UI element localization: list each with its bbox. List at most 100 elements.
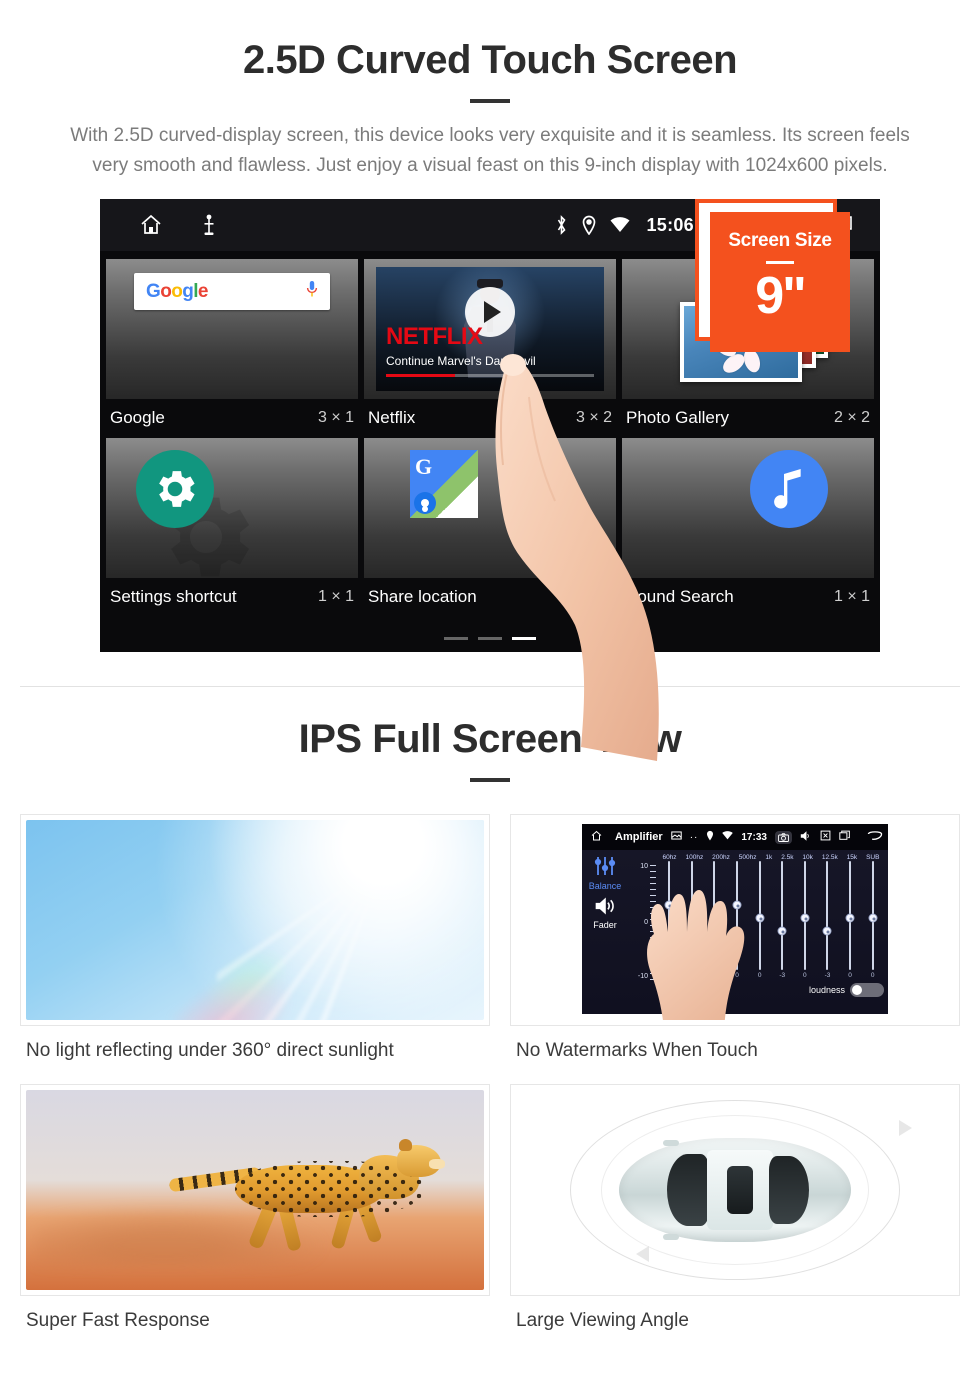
widget-settings-shortcut[interactable]: Settings shortcut 1 × 1: [106, 438, 358, 617]
google-g-letter: G: [415, 454, 433, 479]
band-label: 200hz: [712, 854, 730, 861]
car-scene: [516, 1090, 954, 1290]
netflix-subtitle: Continue Marvel's Daredevil: [386, 354, 536, 368]
feature-card-viewing-angle: Large Viewing Angle: [510, 1084, 960, 1354]
google-logo: Google: [146, 280, 208, 302]
widget-settings-preview[interactable]: [106, 438, 358, 578]
bluetooth-icon[interactable]: [555, 215, 568, 235]
widget-settings-label: Settings shortcut 1 × 1: [106, 578, 358, 617]
location-icon[interactable]: [582, 215, 596, 235]
widget-google-preview[interactable]: Google: [106, 259, 358, 399]
page-dot[interactable]: [478, 637, 502, 640]
location-icon[interactable]: [706, 830, 714, 844]
running-cheetah-image: [26, 1090, 484, 1290]
widget-share-location-label: Share location 1 × 1: [364, 578, 616, 617]
widget-netflix[interactable]: NETFLIX Continue Marvel's Daredevil Netf…: [364, 259, 616, 438]
gallery-icon[interactable]: [670, 831, 682, 843]
screen-size-badge: Screen Size 9": [710, 212, 850, 352]
fader-speaker-icon[interactable]: [582, 897, 628, 920]
usb-icon[interactable]: [202, 214, 216, 236]
cheetah-figure: [168, 1137, 447, 1262]
band-label: 2.5k: [781, 854, 794, 861]
page-dot-active[interactable]: [512, 637, 536, 640]
cheetah-muzzle: [429, 1159, 446, 1169]
recents-icon[interactable]: [839, 830, 851, 844]
widget-sound-search-label: Sound Search 1 × 1: [622, 578, 874, 617]
person-marker-icon: [414, 492, 436, 514]
badge-value: 9": [755, 267, 807, 325]
widget-share-location[interactable]: G Share location 1 × 1: [364, 438, 616, 617]
volume-icon[interactable]: [800, 830, 812, 844]
page-dot[interactable]: [444, 637, 468, 640]
band-label: 10k: [802, 854, 813, 861]
settings-gear-icon[interactable]: [136, 450, 214, 528]
eq-value: 0: [848, 972, 852, 979]
balance-label[interactable]: Balance: [582, 881, 628, 891]
eq-value: 0: [803, 972, 807, 979]
eq-slider[interactable]: 0: [839, 861, 862, 979]
widget-google[interactable]: Google Google 3 × 1: [106, 259, 358, 438]
widget-share-location-preview[interactable]: G: [364, 438, 616, 578]
hand-over-equalizer: [647, 890, 745, 1020]
microphone-icon[interactable]: [306, 280, 318, 303]
sunny-sky-image: [26, 820, 484, 1020]
widget-sound-search[interactable]: Sound Search 1 × 1: [622, 438, 874, 617]
home-icon[interactable]: [138, 213, 164, 237]
eq-slider[interactable]: -3: [816, 861, 839, 979]
car-media-box: [510, 1084, 960, 1296]
widget-name: Netflix: [368, 408, 416, 427]
rear-window: [769, 1156, 809, 1224]
wifi-icon[interactable]: [722, 831, 734, 843]
loudness-toggle[interactable]: [850, 983, 884, 997]
netflix-brand: NETFLIX: [386, 323, 483, 350]
band-label: 100hz: [685, 854, 704, 861]
curved-touch-screen-section: 2.5D Curved Touch Screen With 2.5D curve…: [0, 0, 980, 761]
section-description: With 2.5D curved-display screen, this de…: [70, 125, 910, 176]
side-mirror: [663, 1140, 679, 1146]
sunroof: [727, 1166, 753, 1214]
ips-full-screen-view-section: IPS Full Screen View No light reflecting…: [0, 687, 980, 1354]
widget-size: 1 × 1: [317, 588, 354, 605]
amplifier-media-box: Amplifier ·· 17:33 Balance Fader 60hz 10…: [510, 814, 960, 1026]
eq-slider[interactable]: 0: [861, 861, 884, 979]
band-label: 1k: [765, 854, 773, 861]
home-icon[interactable]: [590, 830, 603, 845]
cheetah-ear: [399, 1139, 413, 1151]
loudness-label: loudness: [808, 985, 845, 995]
car-top-view: [619, 1138, 851, 1242]
close-box-icon[interactable]: [820, 830, 831, 844]
band-label: 500hz: [738, 854, 757, 861]
widget-name: Sound Search: [626, 587, 734, 606]
widget-size: 1 × 1: [575, 588, 612, 605]
balance-sliders-icon[interactable]: [582, 856, 628, 881]
eq-slider[interactable]: -3: [771, 861, 794, 979]
orbit-arrow-bottom: [636, 1246, 649, 1262]
back-icon[interactable]: [867, 830, 883, 844]
wifi-icon[interactable]: [610, 217, 630, 233]
band-label: SUB: [866, 854, 880, 861]
camera-icon[interactable]: [774, 830, 792, 844]
widget-netflix-preview[interactable]: NETFLIX Continue Marvel's Daredevil: [364, 259, 616, 399]
widget-name: Settings shortcut: [110, 587, 237, 606]
widget-google-label: Google 3 × 1: [106, 399, 358, 438]
cheetah-media-box: [20, 1084, 490, 1296]
card-caption: Large Viewing Angle: [516, 1310, 689, 1331]
card-caption: No Watermarks When Touch: [516, 1040, 758, 1061]
loudness-control[interactable]: loudness: [809, 983, 884, 997]
more-icon[interactable]: ··: [690, 832, 699, 843]
music-note-icon[interactable]: [750, 450, 828, 528]
widget-size: 2 × 2: [833, 409, 870, 426]
widget-name: Share location: [368, 587, 477, 606]
widget-photo-gallery-label: Photo Gallery 2 × 2: [622, 399, 874, 438]
section2-title-divider: [470, 778, 510, 782]
page-indicator[interactable]: [100, 637, 880, 640]
widget-sound-search-preview[interactable]: [622, 438, 874, 578]
google-maps-icon[interactable]: G: [410, 450, 478, 518]
car-top-view-image: [516, 1090, 954, 1290]
amplifier-time: 17:33: [741, 831, 767, 843]
eq-slider[interactable]: 0: [794, 861, 817, 979]
card-caption: Super Fast Response: [26, 1310, 210, 1331]
google-search-bar[interactable]: Google: [134, 273, 330, 310]
widget-size: 1 × 1: [833, 588, 870, 605]
fader-label[interactable]: Fader: [582, 920, 628, 930]
